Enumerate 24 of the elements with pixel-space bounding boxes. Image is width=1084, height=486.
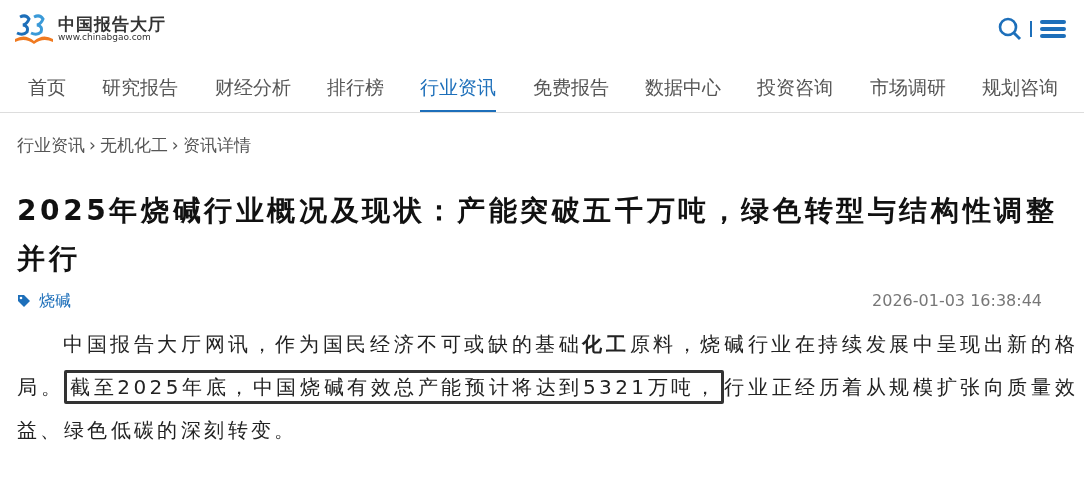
logo-text: 中国报告大厅 [58,15,166,33]
nav-tab[interactable]: 免费报告 [532,64,609,112]
nav-tab[interactable]: 市场调研 [869,64,946,112]
breadcrumb-link[interactable]: 行业资讯 [17,133,85,159]
tag-link[interactable]: 烧碱 [39,288,71,313]
nav-tab[interactable]: 规划咨询 [981,64,1058,112]
nav-tab[interactable]: 投资咨询 [757,64,834,112]
nav-tab[interactable]: 行业资讯 [420,64,497,112]
nav-tab[interactable]: 研究报告 [102,64,179,112]
logo-url: www.chinabgao.com [58,32,151,43]
breadcrumb-link[interactable]: 无机化工 [99,133,168,159]
article-title: 2025年烧碱行业概况及现状：产能突破五千万吨，绿色转型与结构性调整并行 [17,192,1059,277]
breadcrumb-separator: › [89,134,96,157]
nav-tab[interactable]: 排行榜 [327,64,384,112]
article-paragraph: 中国报告大厅网讯，作为国民经济不可或缺的基础化工原料，烧碱行业在持续发展中呈现出新的格局。 截至2025年底，中国烧碱有效总产能预计将达到5321万吨， 行业正经历着从规模扩张向质量效益、绿色低碳的深刻转变。 [17,330,1078,444]
nav-tab[interactable]: 数据中心 [644,64,721,112]
breadcrumb-separator: › [171,134,179,157]
logo-icon [14,13,54,45]
tag-icon [17,293,31,308]
nav-tab[interactable]: 财经分析 [214,64,291,112]
publish-date: 2026-01-03 16:38:44 [872,289,1042,312]
nav-tab[interactable]: 首页 [28,64,66,112]
menu-icon[interactable] [1040,18,1066,40]
search-icon[interactable] [998,17,1022,41]
